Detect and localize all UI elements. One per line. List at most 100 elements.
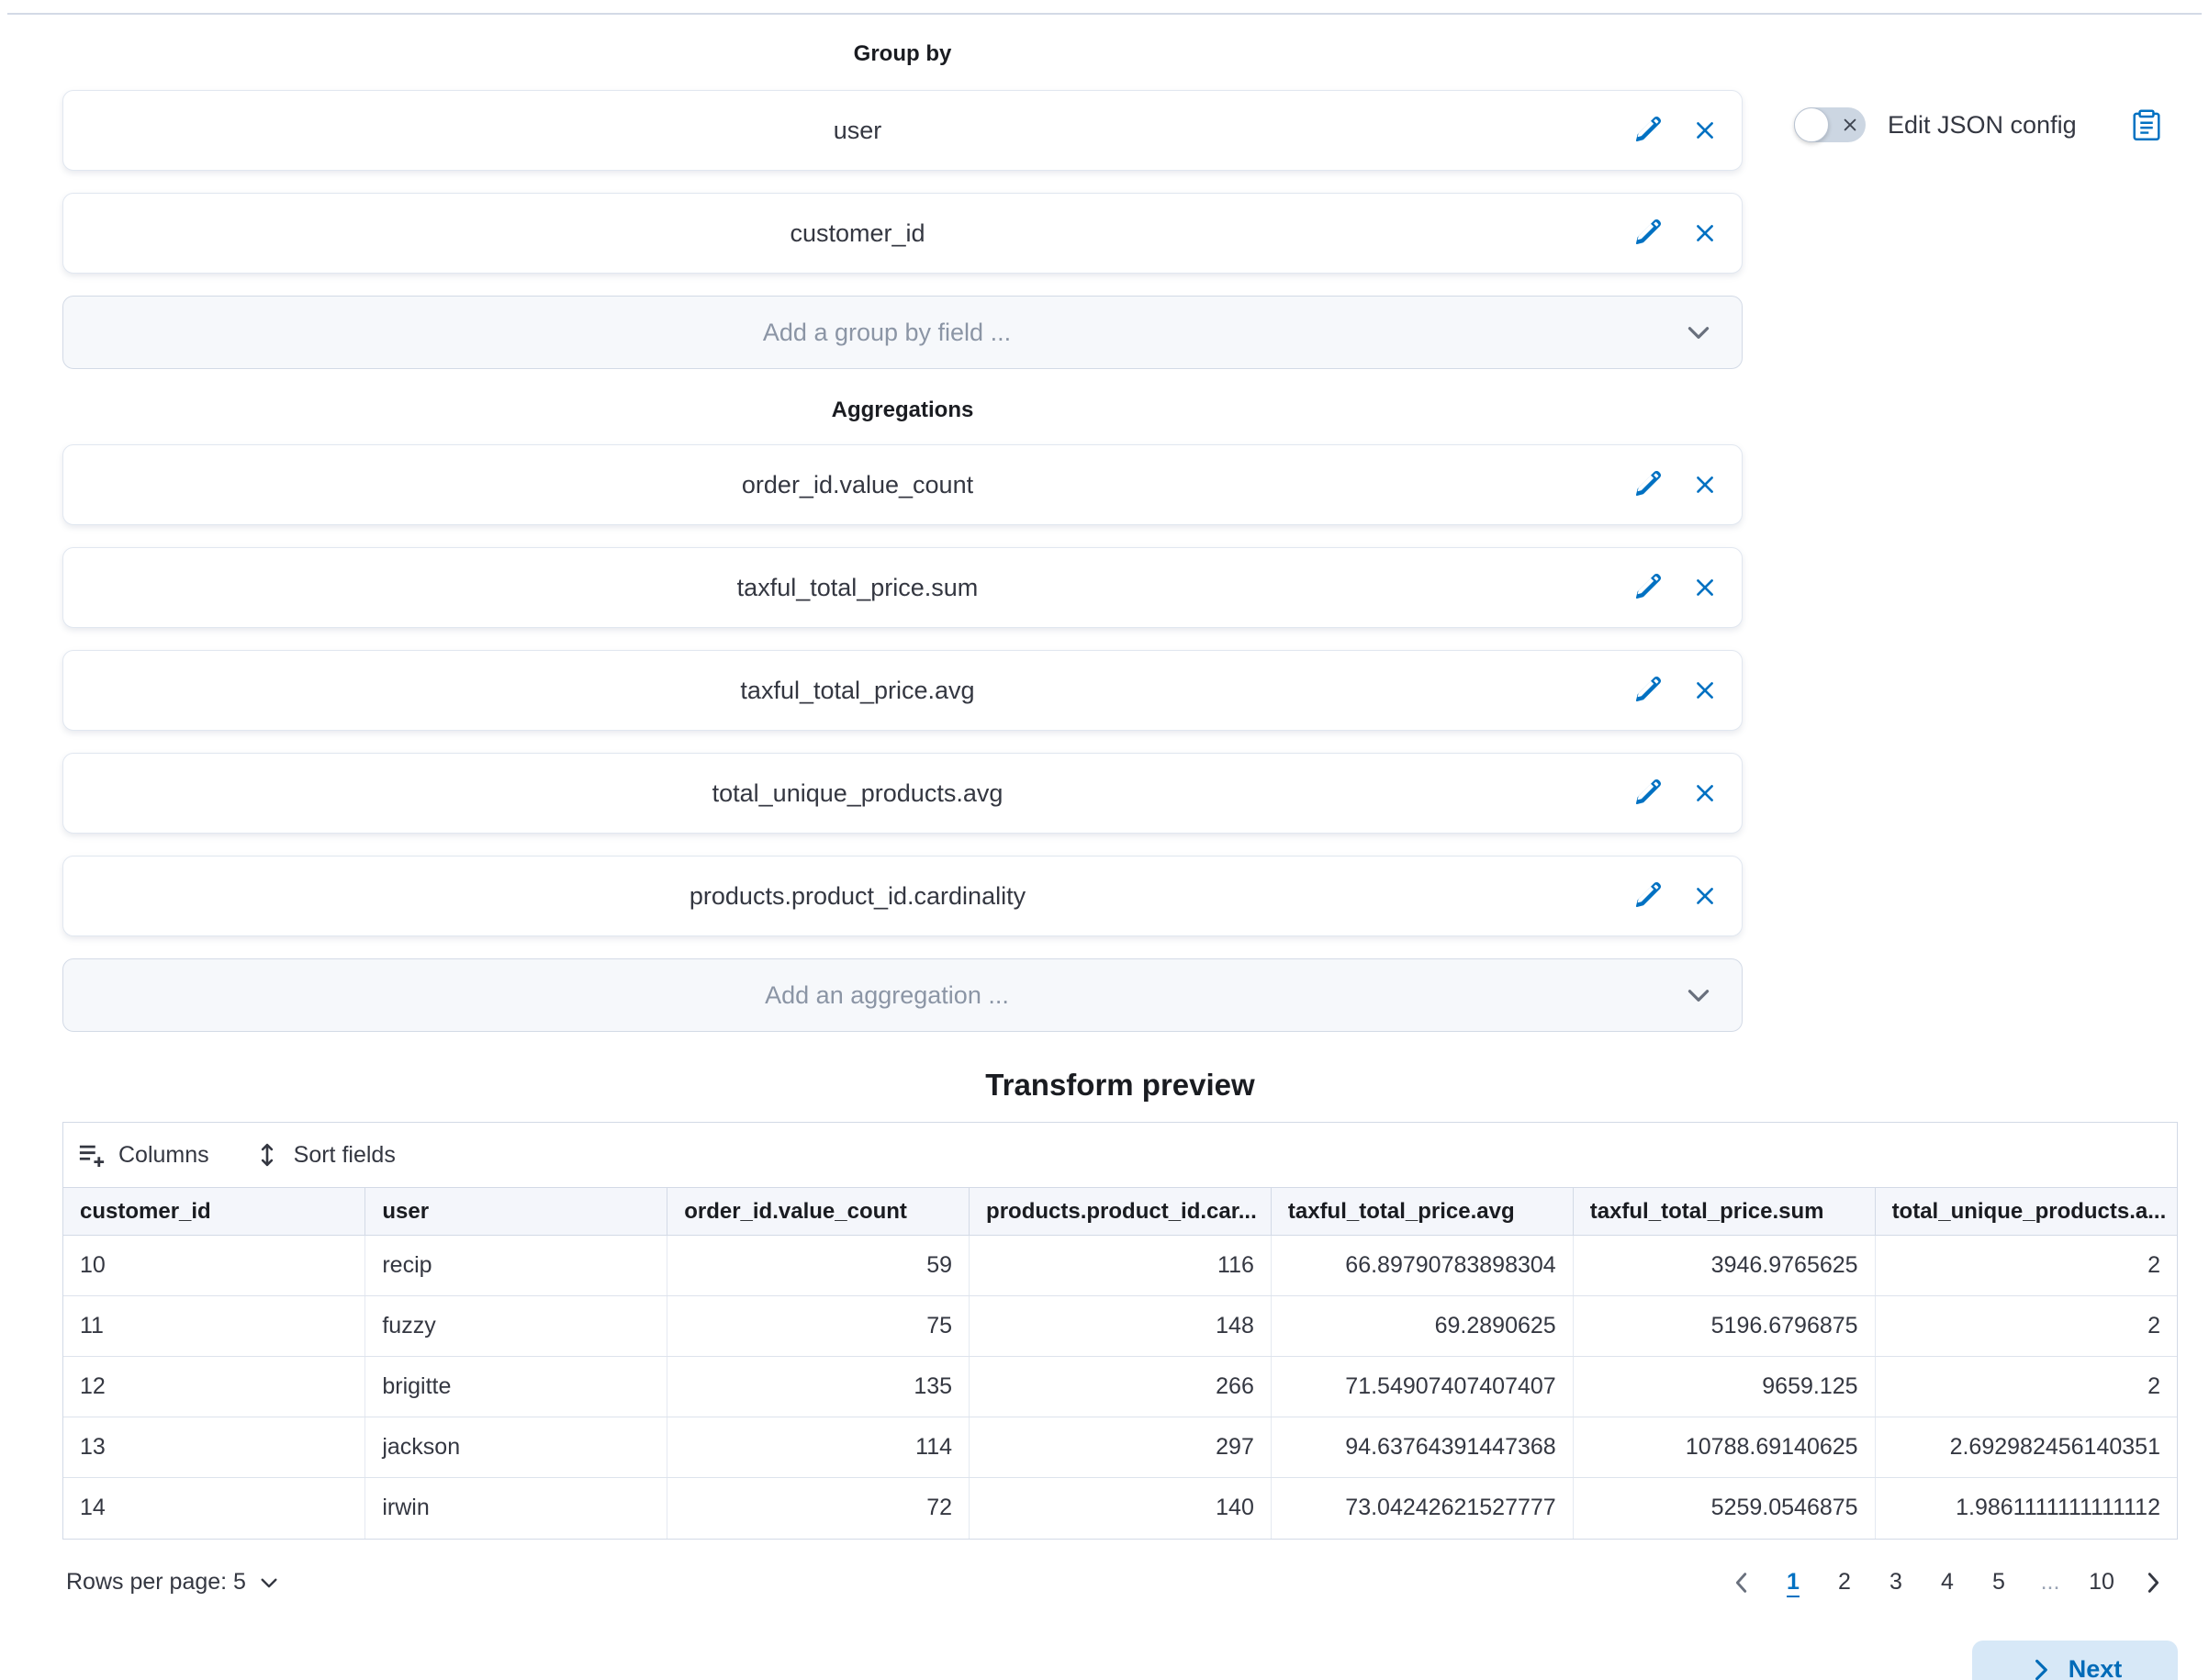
chevron-down-icon (1683, 980, 1714, 1011)
edit-pencil-icon[interactable] (1624, 462, 1670, 508)
group-by-item-label: customer_id (91, 219, 1624, 248)
table-cell: 59 (667, 1236, 970, 1296)
edit-pencil-icon[interactable] (1624, 107, 1670, 153)
table-cell: 72 (667, 1478, 970, 1539)
table-cell: 10788.69140625 (1573, 1417, 1875, 1478)
aggregations-label: Aggregations (62, 397, 1743, 424)
table-cell: 66.89790783898304 (1271, 1236, 1573, 1296)
table-cell: 2.692982456140351 (1875, 1417, 2177, 1478)
remove-cross-icon[interactable] (1683, 211, 1727, 255)
group-by-item-label: user (91, 117, 1624, 145)
remove-cross-icon[interactable] (1683, 463, 1727, 507)
preview-data-grid: Columns Sort fields customer_iduserorder… (62, 1122, 2178, 1540)
pagination-page-10[interactable]: 10 (2080, 1563, 2123, 1601)
edit-pencil-icon[interactable] (1624, 873, 1670, 919)
pill-actions (1624, 210, 1727, 256)
preview-table-body: 10recip5911666.897907838983043946.976562… (63, 1236, 2177, 1539)
pagination-page-3[interactable]: 3 (1875, 1563, 1917, 1601)
table-cell: 2 (1875, 1296, 2177, 1357)
pagination-next-button[interactable] (2132, 1562, 2174, 1604)
config-row: Group by user custome (7, 40, 2202, 1034)
rows-per-page-selector[interactable]: Rows per page: 5 (66, 1569, 281, 1596)
add-aggregation-select[interactable]: Add an aggregation ... (62, 958, 1743, 1032)
add-aggregation-placeholder: Add an aggregation ... (91, 981, 1683, 1010)
pill-actions (1624, 873, 1727, 919)
pagination-page-5[interactable]: 5 (1978, 1563, 2020, 1601)
table-cell: brigitte (365, 1357, 667, 1417)
remove-cross-icon[interactable] (1683, 668, 1727, 712)
edit-json-config-toggle[interactable] (1794, 107, 1866, 142)
edit-pencil-icon[interactable] (1624, 565, 1670, 610)
pagination-prev-button[interactable] (1721, 1562, 1763, 1604)
pagination-ellipsis: ... (2029, 1563, 2071, 1601)
aggregation-item: taxful_total_price.avg (62, 650, 1743, 731)
table-cell: irwin (365, 1478, 667, 1539)
table-cell: recip (365, 1236, 667, 1296)
pill-actions (1624, 667, 1727, 713)
table-cell: 114 (667, 1417, 970, 1478)
group-by-item: user (62, 90, 1743, 171)
rows-per-page-label: Rows per page: 5 (66, 1569, 246, 1596)
table-cell: 13 (63, 1417, 365, 1478)
table-row: 13jackson11429794.6376439144736810788.69… (63, 1417, 2177, 1478)
wizard-actions: Next (7, 1641, 2202, 1680)
table-cell: 2 (1875, 1357, 2177, 1417)
remove-cross-icon[interactable] (1683, 874, 1727, 918)
top-divider (7, 13, 2202, 15)
pill-actions (1624, 565, 1727, 610)
table-row: 10recip5911666.897907838983043946.976562… (63, 1236, 2177, 1296)
table-cell: 12 (63, 1357, 365, 1417)
pill-actions (1624, 770, 1727, 816)
column-header[interactable]: taxful_total_price.avg (1271, 1188, 1573, 1236)
copy-clipboard-icon[interactable] (2121, 99, 2172, 151)
column-header[interactable]: products.product_id.car... (970, 1188, 1272, 1236)
aggregation-item: total_unique_products.avg (62, 753, 1743, 834)
table-cell: 71.54907407407407 (1271, 1357, 1573, 1417)
column-header[interactable]: total_unique_products.a... (1875, 1188, 2177, 1236)
add-group-by-field-select[interactable]: Add a group by field ... (62, 296, 1743, 369)
table-cell: 148 (970, 1296, 1272, 1357)
grid-footer: Rows per page: 5 12345...10 (62, 1562, 2178, 1604)
pagination-page-4[interactable]: 4 (1926, 1563, 1968, 1601)
table-cell: 116 (970, 1236, 1272, 1296)
chevron-down-icon (257, 1571, 281, 1595)
table-cell: 297 (970, 1417, 1272, 1478)
table-cell: jackson (365, 1417, 667, 1478)
group-by-list: user customer_id (62, 90, 1743, 274)
pagination-page-2[interactable]: 2 (1823, 1563, 1866, 1601)
toggle-knob (1794, 107, 1829, 142)
preview-table-header-row: customer_iduserorder_id.value_countprodu… (63, 1188, 2177, 1236)
sort-fields-button[interactable]: Sort fields (253, 1141, 396, 1169)
edit-pencil-icon[interactable] (1624, 210, 1670, 256)
table-cell: 3946.9765625 (1573, 1236, 1875, 1296)
table-row: 12brigitte13526671.549074074074079659.12… (63, 1357, 2177, 1417)
toggle-off-cross-icon (1841, 116, 1859, 134)
json-config-column: Edit JSON config (1743, 40, 2178, 1034)
aggregation-item-label: taxful_total_price.sum (91, 574, 1624, 602)
next-button-label: Next (2069, 1655, 2123, 1680)
group-by-label: Group by (62, 40, 1743, 68)
pagination-page-1[interactable]: 1 (1772, 1563, 1814, 1601)
next-button[interactable]: Next (1972, 1641, 2178, 1680)
column-header[interactable]: taxful_total_price.sum (1573, 1188, 1875, 1236)
table-cell: 9659.125 (1573, 1357, 1875, 1417)
remove-cross-icon[interactable] (1683, 771, 1727, 815)
table-cell: 2 (1875, 1236, 2177, 1296)
aggregation-item-label: total_unique_products.avg (91, 779, 1624, 808)
remove-cross-icon[interactable] (1683, 108, 1727, 152)
columns-button[interactable]: Columns (78, 1141, 209, 1169)
column-header[interactable]: order_id.value_count (667, 1188, 970, 1236)
transform-wizard-page: Group by user custome (0, 0, 2209, 1680)
column-header[interactable]: user (365, 1188, 667, 1236)
grid-toolbar: Columns Sort fields (63, 1123, 2177, 1187)
preview-table: customer_iduserorder_id.value_countprodu… (63, 1187, 2177, 1539)
remove-cross-icon[interactable] (1683, 566, 1727, 610)
edit-pencil-icon[interactable] (1624, 770, 1670, 816)
chevron-down-icon (1683, 317, 1714, 348)
column-header[interactable]: customer_id (63, 1188, 365, 1236)
table-cell: 11 (63, 1296, 365, 1357)
table-cell: 73.04242621527777 (1271, 1478, 1573, 1539)
aggregation-item: products.product_id.cardinality (62, 856, 1743, 936)
edit-pencil-icon[interactable] (1624, 667, 1670, 713)
pill-actions (1624, 462, 1727, 508)
